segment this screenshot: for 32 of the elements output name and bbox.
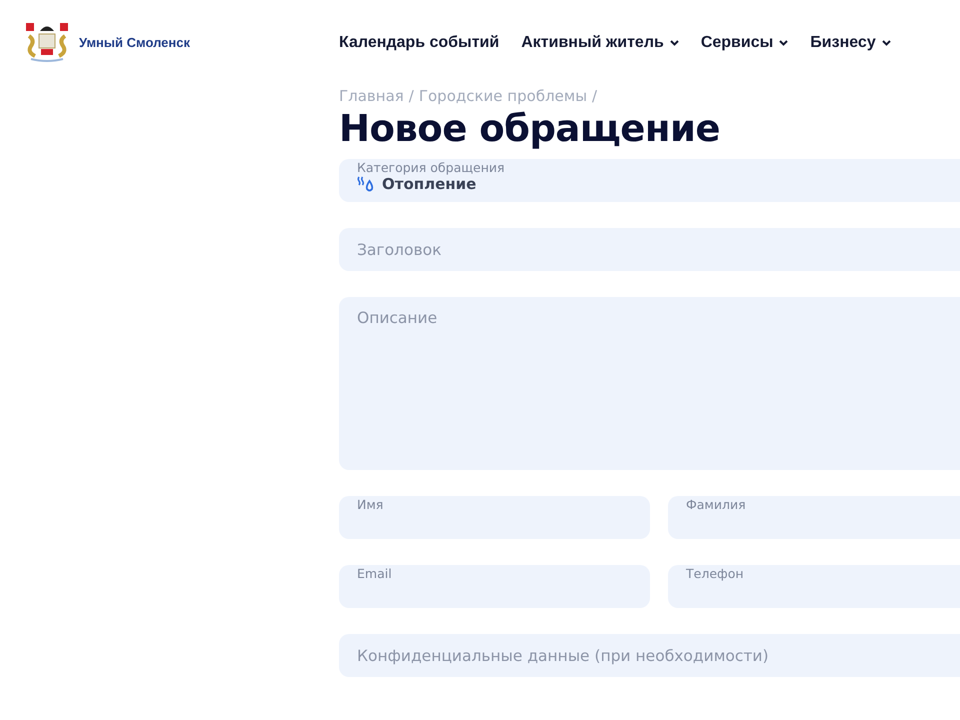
field-label: Категория обращения xyxy=(357,160,506,175)
heating-icon xyxy=(357,176,375,192)
input-field[interactable]: Конфиденциальные данные (при необходимости) xyxy=(339,634,960,677)
breadcrumb-separator: / xyxy=(592,87,598,105)
input-field[interactable]: Телефон xyxy=(668,565,960,608)
category-select[interactable]: Категория обращения Отопление xyxy=(339,159,960,202)
input-field[interactable]: Фамилия xyxy=(668,496,960,539)
field-placeholder: Описание xyxy=(357,309,438,327)
field-label: Телефон xyxy=(686,566,745,581)
chevron-down-icon xyxy=(779,40,788,46)
field-value: Отопление xyxy=(357,175,960,193)
chevron-down-icon xyxy=(670,40,679,46)
breadcrumb-link[interactable]: Главная xyxy=(339,87,404,105)
field-placeholder: Заголовок xyxy=(357,240,442,258)
description-field[interactable]: Описание xyxy=(339,297,960,470)
nav-link[interactable]: Бизнесу xyxy=(810,34,891,52)
breadcrumb-separator: / xyxy=(408,87,414,105)
input-field[interactable]: Email xyxy=(339,565,650,608)
site-name: Умный Смоленск xyxy=(79,34,190,50)
breadcrumb-link[interactable]: Городские проблемы xyxy=(418,87,588,105)
chevron-down-icon xyxy=(882,40,891,46)
field-placeholder: Конфиденциальные данные (при необходимости) xyxy=(357,646,770,664)
field-label: Фамилия xyxy=(686,497,747,512)
input-field[interactable]: Имя xyxy=(339,496,650,539)
nav-link[interactable]: Сервисы xyxy=(700,34,788,52)
input-field[interactable]: Заголовок xyxy=(339,228,960,271)
page-title: Новое обращение xyxy=(339,107,721,152)
nav-link[interactable]: Активный житель xyxy=(521,34,679,52)
field-label: Имя xyxy=(357,497,384,512)
coat-of-arms-logo xyxy=(25,22,69,62)
nav-link[interactable]: Календарь событий xyxy=(339,34,500,52)
field-label: Email xyxy=(357,566,393,581)
